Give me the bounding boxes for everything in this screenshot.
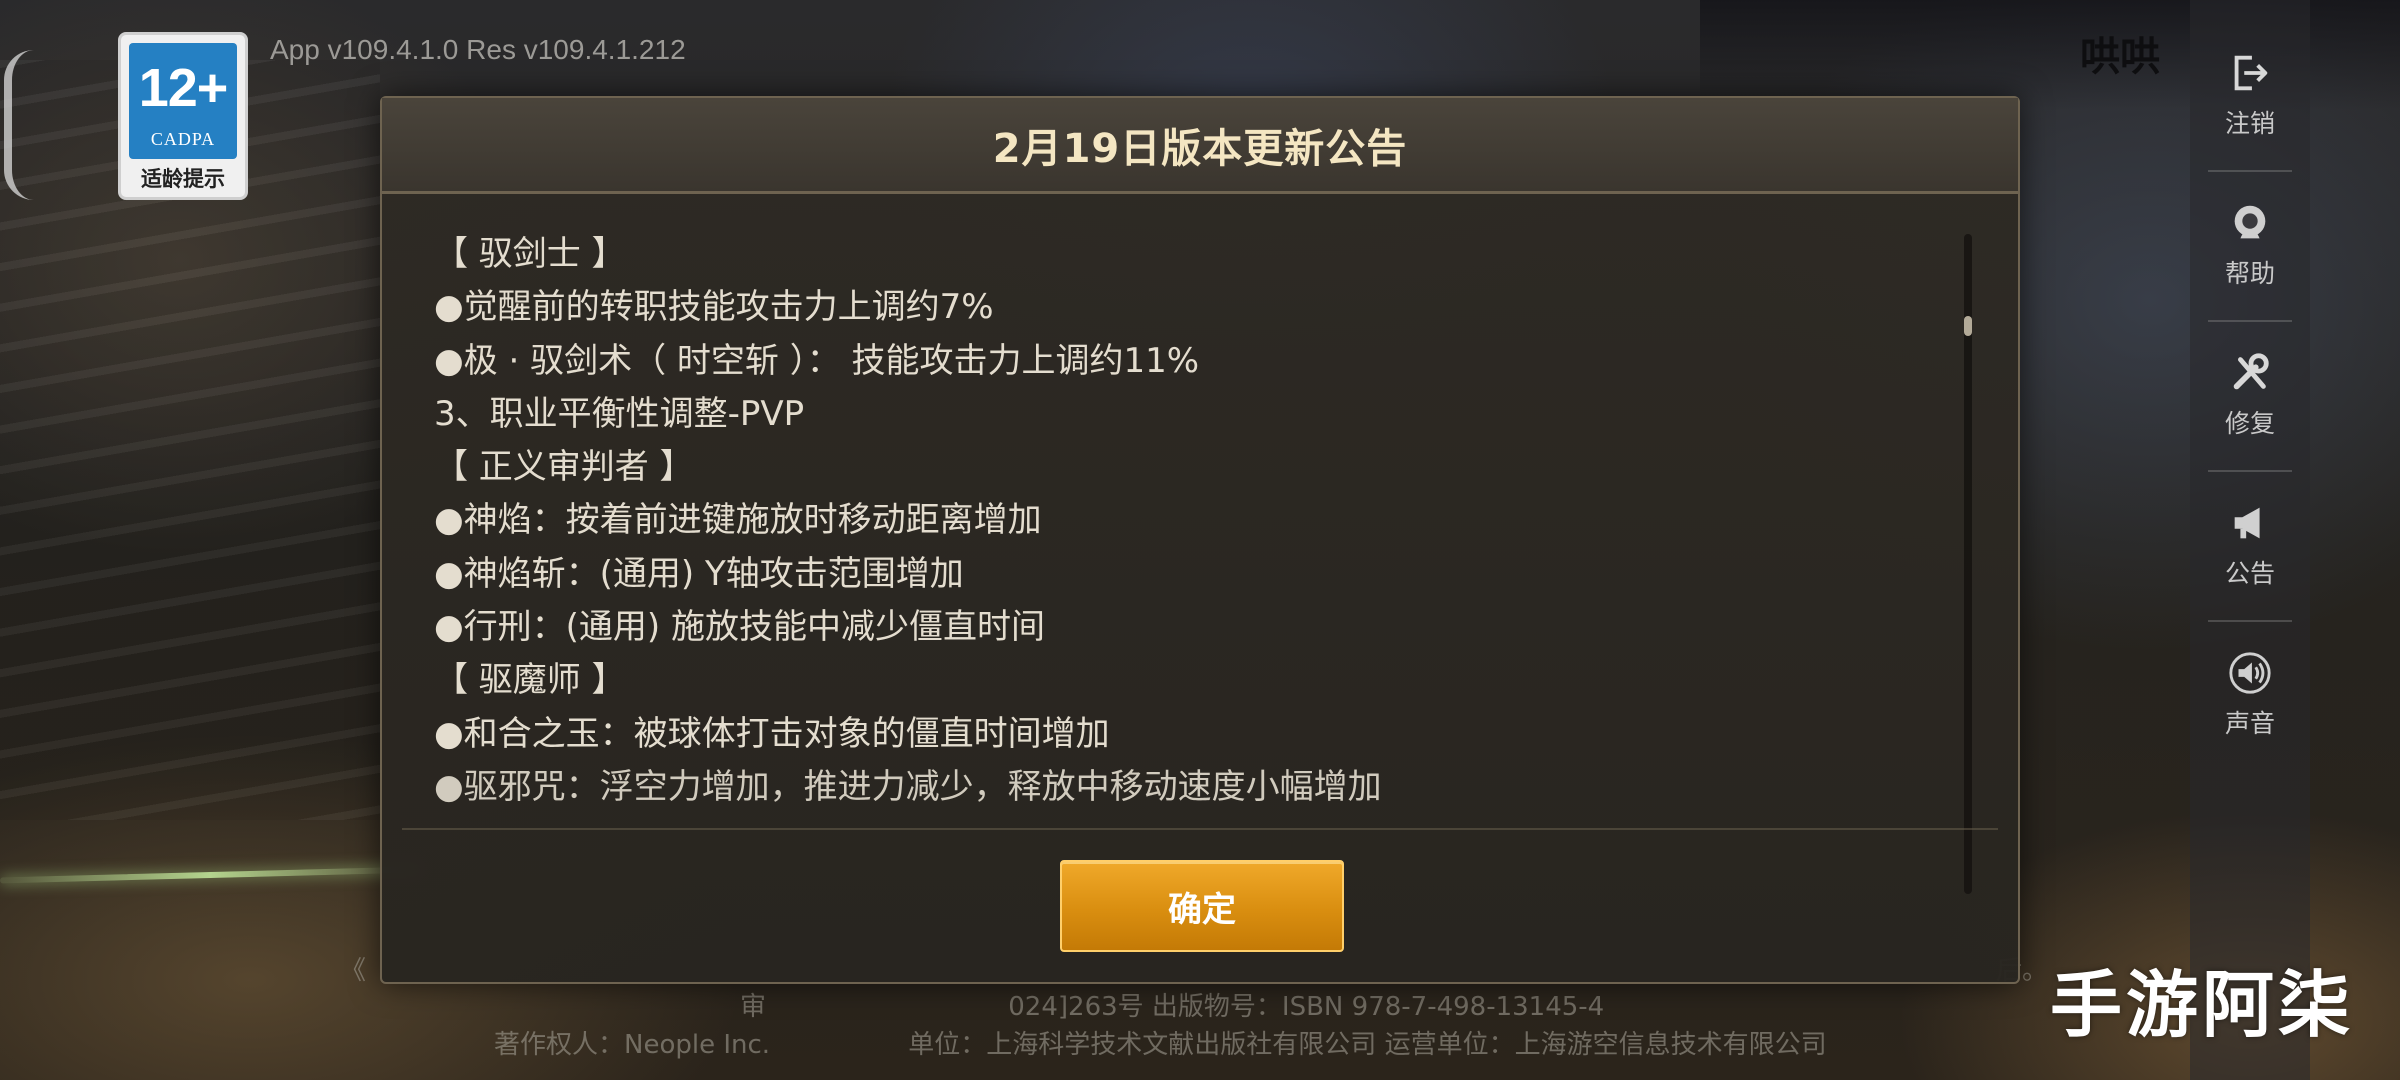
help-icon (2234, 205, 2266, 239)
notice-line: ●神焰：按着前进键施放时移动距离增加 (434, 500, 1042, 541)
scrollbar-thumb[interactable] (1964, 316, 1972, 336)
notice-line: 【 驭剑士 】 (434, 234, 626, 274)
notice-line: ●驱邪咒：浮空力增加，推进力减少，释放中移动速度小幅增加 (434, 766, 1382, 807)
topright-text: 哄哄 (2080, 34, 2160, 80)
megaphone-icon (2234, 507, 2260, 539)
notice-line: 【 正义审判者 】 (434, 447, 694, 488)
dialog-title: 2月19日版本更新公告 (992, 125, 1408, 172)
side-menu-notice[interactable]: 公告 (2190, 470, 2310, 620)
side-menu-logout[interactable]: 注销 (2190, 20, 2310, 170)
notice-line: ●和合之玉：被球体打击对象的僵直时间增加 (434, 713, 1110, 754)
side-menu-label: 声音 (2224, 709, 2275, 738)
footer-text-1-start: 《 (340, 956, 367, 986)
footer-text-1: 《 后。 (340, 950, 2048, 987)
side-menu-label: 注销 (2224, 109, 2275, 138)
dialog-divider (402, 828, 1998, 830)
watermark: 手游阿柒 (2050, 963, 2355, 1047)
age-rating-panel: 12+ CADPA (129, 43, 237, 159)
notice-line: ●觉醒前的转职技能攻击力上调约7% (434, 287, 994, 328)
age-rating-tip: 适龄提示 (141, 167, 225, 191)
background-arc (4, 50, 34, 200)
side-menu-label: 公告 (2224, 559, 2275, 588)
side-menu-label: 修复 (2224, 409, 2275, 438)
side-menu-label: 帮助 (2224, 259, 2275, 288)
age-rating-number: 12+ (138, 58, 229, 118)
footer-text-2: 审 024]263号 出版物号：ISBN 978-7-498-13145-4 (740, 992, 1605, 1022)
notice-content[interactable]: 【 驭剑士 】 ●觉醒前的转职技能攻击力上调约7% ●极 · 驭剑术（ 时空斩 … (422, 228, 1952, 892)
update-notice-dialog: 2月19日版本更新公告 【 驭剑士 】 ●觉醒前的转职技能攻击力上调约7% ●极… (380, 96, 2020, 984)
side-menu: 注销 帮助 修复 公告 声音 (2190, 20, 2310, 770)
repair-icon (2233, 353, 2269, 390)
notice-line: 【 驱魔师 】 (434, 660, 626, 701)
sound-icon (2229, 652, 2271, 694)
age-rating-org: CADPA (150, 129, 216, 149)
age-rating-badge[interactable]: 12+ CADPA 适龄提示 (118, 32, 248, 200)
background-glow-line (0, 866, 421, 884)
side-menu-help[interactable]: 帮助 (2190, 170, 2310, 320)
version-label: App v109.4.1.0 Res v109.4.1.212 (270, 34, 686, 65)
footer-text-3: 著作权人：Neople Inc. 单位：上海科学技术文献出版社有限公司 运营单位… (494, 1030, 1827, 1060)
logout-icon (2234, 55, 2268, 91)
notice-scrollbar[interactable] (1964, 234, 1972, 894)
dialog-header: 2月19日版本更新公告 (382, 98, 2018, 194)
notice-line: ●行刑：(通用) 施放技能中减少僵直时间 (434, 607, 1046, 648)
notice-line: ●神焰斩：(通用) Y轴攻击范围增加 (434, 553, 964, 594)
confirm-button[interactable]: 确定 (1060, 860, 1344, 952)
notice-line: 3、职业平衡性调整-PVP (434, 393, 805, 434)
side-menu-sound[interactable]: 声音 (2190, 620, 2310, 770)
notice-line: ●极 · 驭剑术（ 时空斩 ）： 技能攻击力上调约11% (434, 340, 1200, 381)
side-menu-repair[interactable]: 修复 (2190, 320, 2310, 470)
